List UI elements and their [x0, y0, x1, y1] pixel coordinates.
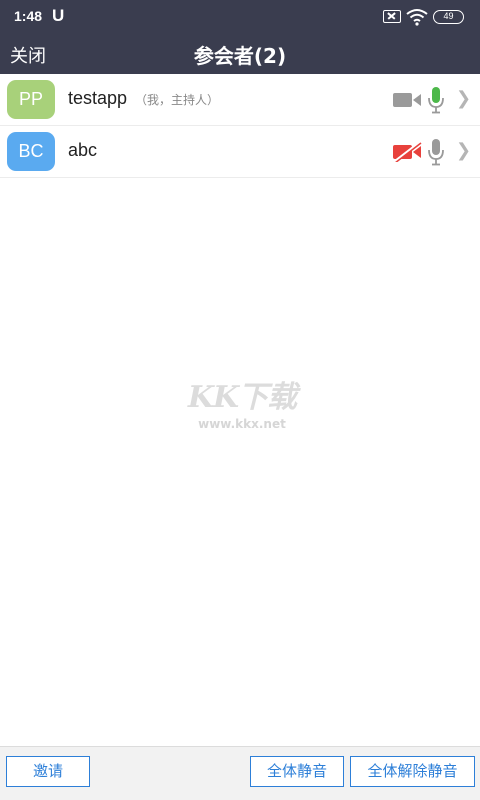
watermark-url: www.kkx.net — [198, 417, 286, 431]
page-title: 参会者(2) — [193, 44, 287, 68]
battery-icon: 49 — [433, 10, 464, 24]
bottom-toolbar: 邀请 全体静音 全体解除静音 — [0, 746, 480, 800]
status-bar: 1:48 U 49 — [0, 0, 480, 34]
video-camera-icon[interactable] — [392, 90, 422, 110]
participant-name-text: abc — [68, 140, 98, 160]
participant-row-testapp[interactable]: PP testapp （我，主持人） ❯ — [0, 74, 480, 126]
avatar: BC — [7, 132, 55, 171]
participant-name: abc — [68, 140, 97, 161]
participant-role-tag: （我，主持人） — [135, 93, 220, 107]
app-notification-icon: U — [52, 6, 65, 25]
watermark: KK下载 www.kkx.net — [182, 372, 302, 432]
video-camera-off-icon[interactable] — [392, 142, 422, 162]
wifi-icon — [406, 9, 428, 26]
invite-button[interactable]: 邀请 — [6, 756, 90, 787]
status-time: 1:48 — [14, 8, 43, 24]
no-sim-icon — [383, 10, 401, 23]
microphone-icon[interactable] — [427, 86, 445, 114]
participant-name-text: testapp — [68, 88, 128, 108]
participant-name: testapp （我，主持人） — [68, 88, 219, 109]
chevron-right-icon[interactable]: ❯ — [456, 140, 471, 161]
top-bar: 关闭 参会者(2) — [0, 34, 480, 74]
chevron-right-icon[interactable]: ❯ — [456, 88, 471, 109]
microphone-icon[interactable] — [427, 138, 445, 166]
avatar: PP — [7, 80, 55, 119]
watermark-logo: KK下载 — [187, 380, 297, 415]
mute-all-button[interactable]: 全体静音 — [250, 756, 344, 787]
unmute-all-button[interactable]: 全体解除静音 — [350, 756, 475, 787]
participant-row-abc[interactable]: BC abc ❯ — [0, 126, 480, 178]
